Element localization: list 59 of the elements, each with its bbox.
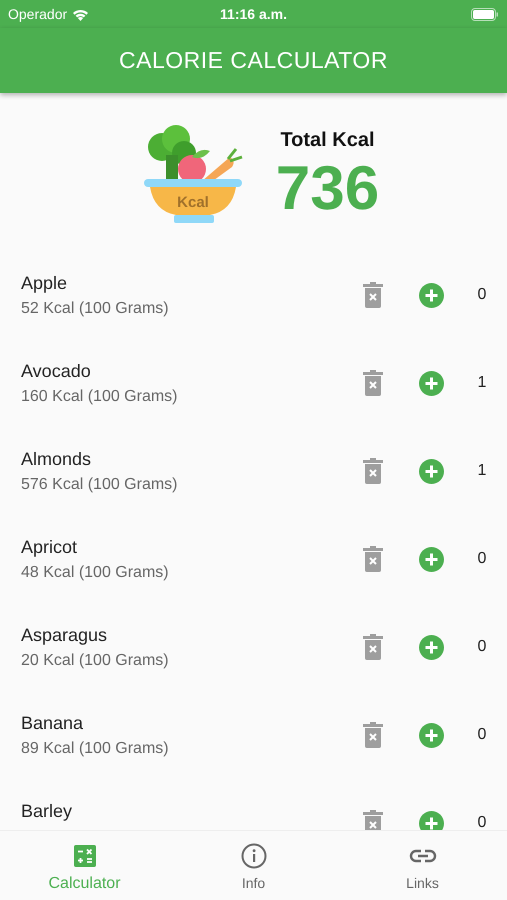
add-button[interactable]	[419, 370, 444, 396]
calculator-icon	[74, 845, 96, 867]
delete-button[interactable]	[362, 722, 384, 748]
plus-icon	[419, 546, 444, 572]
food-name: Avocado	[21, 361, 92, 382]
food-calories: 160 Kcal (100 Grams)	[21, 388, 179, 406]
plus-icon	[419, 282, 444, 308]
plus-icon	[419, 722, 444, 748]
add-button[interactable]	[419, 722, 444, 748]
food-name: Asparagus	[21, 625, 108, 646]
food-name: Barley	[21, 801, 74, 822]
add-button[interactable]	[419, 282, 444, 308]
add-button[interactable]	[419, 810, 444, 830]
link-icon	[408, 849, 436, 863]
plus-icon	[419, 370, 444, 396]
food-name: Apricot	[21, 537, 78, 558]
battery-icon	[471, 8, 499, 20]
add-button[interactable]	[419, 546, 444, 572]
food-count: 0	[477, 814, 487, 830]
trash-icon	[362, 458, 384, 484]
wifi-icon	[72, 8, 90, 20]
trash-icon	[362, 370, 384, 396]
food-count: 1	[477, 374, 487, 392]
trash-icon	[362, 634, 384, 660]
info-icon	[240, 843, 266, 869]
carrier-name: Operador	[8, 6, 68, 22]
trash-icon	[362, 282, 384, 308]
plus-icon	[419, 634, 444, 660]
delete-button[interactable]	[362, 370, 384, 396]
food-calories: 48 Kcal (100 Grams)	[21, 564, 170, 582]
total-label: Total Kcal	[280, 128, 375, 152]
food-calories: 52 Kcal (100 Grams)	[21, 300, 170, 318]
food-name: Apple	[21, 273, 68, 294]
app-title: CALORIE CALCULATOR	[119, 47, 388, 74]
tab-item[interactable]: Info	[169, 831, 338, 900]
food-name: Banana	[21, 713, 84, 734]
delete-button[interactable]	[362, 282, 384, 308]
food-calories: 576 Kcal (100 Grams)	[21, 476, 179, 494]
trash-icon	[362, 546, 384, 572]
food-calories: 89 Kcal (100 Grams)	[21, 740, 170, 758]
food-calories: 20 Kcal (100 Grams)	[21, 652, 170, 670]
delete-button[interactable]	[362, 634, 384, 660]
salad-bowl-logo: Kcal	[140, 119, 246, 225]
food-count: 0	[477, 638, 487, 656]
add-button[interactable]	[419, 458, 444, 484]
food-count: 0	[477, 726, 487, 744]
delete-button[interactable]	[362, 546, 384, 572]
plus-icon	[419, 458, 444, 484]
food-count: 1	[477, 462, 487, 480]
food-count: 0	[477, 286, 487, 304]
delete-button[interactable]	[362, 810, 384, 830]
add-button[interactable]	[419, 634, 444, 660]
food-count: 0	[477, 550, 487, 568]
food-name: Almonds	[21, 449, 92, 470]
total-kcal: 736	[276, 158, 380, 220]
delete-button[interactable]	[362, 458, 384, 484]
status-time: 11:16 a.m.	[220, 6, 287, 22]
trash-icon	[362, 722, 384, 748]
tab-item[interactable]: Links	[338, 831, 507, 900]
